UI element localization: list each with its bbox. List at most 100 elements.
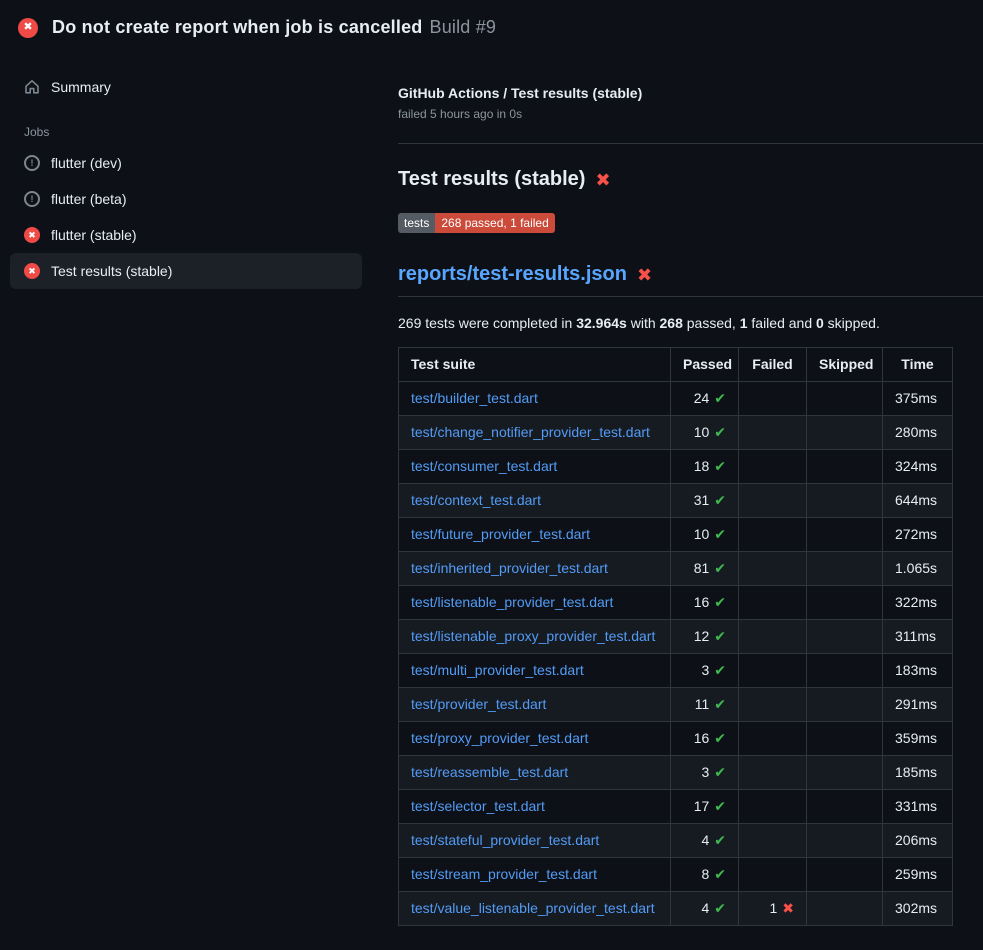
- suite-link[interactable]: test/consumer_test.dart: [411, 458, 557, 474]
- check-icon: ✔: [714, 458, 726, 474]
- sidebar: Summary Jobs ! flutter (dev) ! flutter (…: [0, 53, 382, 289]
- report-file-link[interactable]: reports/test-results.json: [398, 263, 627, 286]
- passed-cell: 17✔: [671, 790, 739, 824]
- suite-cell: test/context_test.dart: [399, 484, 671, 518]
- tests-badge: tests 268 passed, 1 failed: [398, 213, 555, 233]
- sidebar-item-test-results-stable[interactable]: ✖ Test results (stable): [10, 253, 362, 289]
- passed-cell: 4✔: [671, 824, 739, 858]
- time-cell: 183ms: [883, 654, 953, 688]
- table-row: test/stateful_provider_test.dart4✔206ms: [399, 824, 953, 858]
- check-icon: ✔: [714, 628, 726, 644]
- skipped-cell: [807, 620, 883, 654]
- check-icon: ✔: [714, 526, 726, 542]
- table-row: test/context_test.dart31✔644ms: [399, 484, 953, 518]
- passed-cell-count: 18: [694, 458, 710, 474]
- table-row: test/selector_test.dart17✔331ms: [399, 790, 953, 824]
- suite-link[interactable]: test/selector_test.dart: [411, 798, 545, 814]
- check-icon: ✔: [714, 900, 726, 916]
- header-passed: Passed: [671, 348, 739, 382]
- failed-cell: [739, 382, 807, 416]
- suite-cell: test/listenable_provider_test.dart: [399, 586, 671, 620]
- check-icon: ✔: [714, 594, 726, 610]
- passed-cell: 24✔: [671, 382, 739, 416]
- time-cell: 185ms: [883, 756, 953, 790]
- table-row: test/stream_provider_test.dart 8✔ 259ms: [399, 858, 953, 892]
- passed-cell-count: 4: [701, 832, 709, 848]
- summary-passed-count: 268: [660, 315, 683, 331]
- summary-duration: 32.964s: [576, 315, 627, 331]
- report-heading: reports/test-results.json ✖: [398, 263, 983, 297]
- badge-value: 268 passed, 1 failed: [435, 213, 554, 233]
- passed-cell: 81✔: [671, 552, 739, 586]
- suite-link[interactable]: test/inherited_provider_test.dart: [411, 560, 608, 576]
- cross-icon: ✖: [782, 900, 794, 916]
- section-title-text: Test results (stable): [398, 168, 585, 191]
- failed-cross-icon: ✖: [595, 171, 610, 189]
- suite-link[interactable]: test/change_notifier_provider_test.dart: [411, 424, 650, 440]
- suite-cell: test/reassemble_test.dart: [399, 756, 671, 790]
- suite-cell: test/inherited_provider_test.dart: [399, 552, 671, 586]
- passed-cell: 16✔: [671, 586, 739, 620]
- sidebar-item-summary[interactable]: Summary: [10, 69, 362, 105]
- suite-link[interactable]: test/future_provider_test.dart: [411, 526, 590, 542]
- skipped-cell: [807, 790, 883, 824]
- passed-cell: 18✔: [671, 450, 739, 484]
- page-title: Do not create report when job is cancell…: [52, 17, 496, 38]
- failed-cell: [739, 722, 807, 756]
- failed-cell: [739, 620, 807, 654]
- sidebar-item-flutter-stable[interactable]: ✖ flutter (stable): [10, 217, 362, 253]
- passed-cell: 16✔: [671, 722, 739, 756]
- summary-mid2: passed,: [683, 315, 740, 331]
- summary-line: 269 tests were completed in 32.964s with…: [398, 315, 983, 331]
- job-label: Test results (stable): [51, 263, 172, 279]
- suite-link[interactable]: test/proxy_provider_test.dart: [411, 730, 588, 746]
- suite-link[interactable]: test/stateful_provider_test.dart: [411, 832, 599, 848]
- time-cell: 1.065s: [883, 552, 953, 586]
- skipped-cell: [807, 416, 883, 450]
- time-cell: 291ms: [883, 688, 953, 722]
- badge-label: tests: [398, 213, 435, 233]
- passed-cell-count: 4: [701, 900, 709, 916]
- check-icon: ✔: [714, 798, 726, 814]
- summary-failed-count: 1: [740, 315, 748, 331]
- time-cell: 280ms: [883, 416, 953, 450]
- suite-link[interactable]: test/reassemble_test.dart: [411, 764, 568, 780]
- time-cell: 311ms: [883, 620, 953, 654]
- time-cell: 359ms: [883, 722, 953, 756]
- time-cell: 259ms: [883, 858, 953, 892]
- check-icon: ✔: [714, 730, 726, 746]
- passed-cell-count: 3: [701, 662, 709, 678]
- passed-cell-count: 10: [694, 526, 710, 542]
- passed-cell: 4✔: [671, 892, 739, 926]
- suite-link[interactable]: test/listenable_proxy_provider_test.dart: [411, 628, 655, 644]
- suite-cell: test/selector_test.dart: [399, 790, 671, 824]
- summary-skipped-count: 0: [816, 315, 824, 331]
- failed-status-icon: ✖: [24, 263, 40, 279]
- failed-cell: [739, 586, 807, 620]
- sidebar-item-flutter-beta[interactable]: ! flutter (beta): [10, 181, 362, 217]
- sidebar-item-flutter-dev[interactable]: ! flutter (dev): [10, 145, 362, 181]
- passed-cell: 8✔: [671, 858, 739, 892]
- time-cell: 324ms: [883, 450, 953, 484]
- passed-cell-count: 12: [694, 628, 710, 644]
- suite-link[interactable]: test/multi_provider_test.dart: [411, 662, 584, 678]
- suite-cell: test/provider_test.dart: [399, 688, 671, 722]
- suite-link[interactable]: test/stream_provider_test.dart: [411, 866, 597, 882]
- divider: [398, 143, 983, 144]
- suite-link[interactable]: test/builder_test.dart: [411, 390, 538, 406]
- passed-cell: 11✔: [671, 688, 739, 722]
- suite-link[interactable]: test/listenable_provider_test.dart: [411, 594, 613, 610]
- skipped-cell: [807, 756, 883, 790]
- suite-link[interactable]: test/value_listenable_provider_test.dart: [411, 900, 655, 916]
- suite-link[interactable]: test/provider_test.dart: [411, 696, 546, 712]
- table-header-row: Test suite Passed Failed Skipped Time: [399, 348, 953, 382]
- failed-status-circle-icon: ✖: [18, 18, 38, 38]
- skipped-cell: [807, 586, 883, 620]
- failed-cell: [739, 518, 807, 552]
- table-row: test/future_provider_test.dart10✔272ms: [399, 518, 953, 552]
- check-icon: ✔: [714, 764, 726, 780]
- section-title: Test results (stable) ✖: [398, 168, 983, 191]
- header-skipped: Skipped: [807, 348, 883, 382]
- suite-link[interactable]: test/context_test.dart: [411, 492, 541, 508]
- failed-cell: [739, 450, 807, 484]
